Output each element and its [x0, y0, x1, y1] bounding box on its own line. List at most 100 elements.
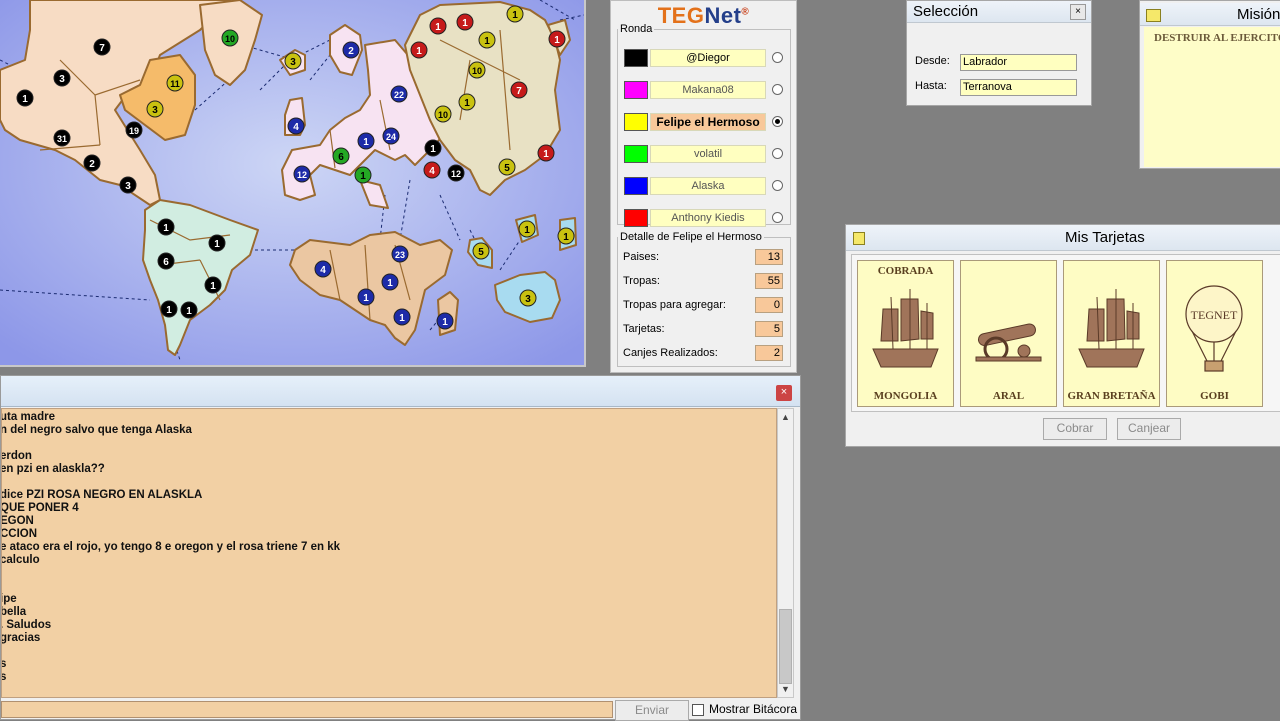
army-marker[interactable]: 1	[180, 301, 198, 319]
army-marker[interactable]: 31	[53, 129, 71, 147]
show-log-label[interactable]: Mostrar Bitácora	[709, 702, 797, 716]
army-count: 3	[152, 105, 158, 116]
army-marker[interactable]: 24	[382, 127, 400, 145]
player-row[interactable]: @Diegor	[624, 49, 784, 67]
army-marker[interactable]: 1	[208, 234, 226, 252]
army-marker[interactable]: 12	[447, 164, 465, 182]
army-marker[interactable]: 1	[357, 288, 375, 306]
player-row[interactable]: Alaska	[624, 177, 784, 195]
army-count: 10	[472, 66, 482, 76]
army-marker[interactable]: 19	[125, 121, 143, 139]
army-marker[interactable]: 10	[434, 105, 452, 123]
scroll-thumb[interactable]	[779, 609, 792, 684]
army-marker[interactable]: 4	[314, 260, 332, 278]
army-marker[interactable]: 1	[424, 139, 442, 157]
mission-title-bar[interactable]: Misión	[1140, 3, 1280, 26]
player-row[interactable]: Felipe el Hermoso	[624, 113, 784, 131]
army-count: 5	[478, 247, 484, 258]
chat-message-input[interactable]	[1, 701, 613, 718]
player-turn-radio[interactable]	[772, 116, 783, 127]
army-marker[interactable]: 1	[429, 17, 447, 35]
player-name: Makana08	[650, 81, 766, 99]
army-marker[interactable]: 1	[458, 93, 476, 111]
chat-line: s	[2, 671, 6, 684]
army-marker[interactable]: 1	[478, 31, 496, 49]
chat-line: QUE PONER 4	[1, 502, 79, 514]
army-marker[interactable]: 1	[518, 220, 536, 238]
army-marker[interactable]: 1	[157, 218, 175, 236]
army-marker[interactable]: 7	[93, 38, 111, 56]
army-marker[interactable]: 4	[287, 117, 305, 135]
army-marker[interactable]: 10	[221, 29, 239, 47]
army-marker[interactable]: 2	[342, 41, 360, 59]
hasta-field[interactable]: Terranova	[960, 79, 1077, 96]
country-card[interactable]: ARAL	[960, 260, 1057, 407]
player-turn-radio[interactable]	[772, 52, 783, 63]
army-marker[interactable]: 12	[293, 165, 311, 183]
army-marker[interactable]: 6	[332, 147, 350, 165]
army-marker[interactable]: 3	[519, 289, 537, 307]
player-turn-radio[interactable]	[772, 180, 783, 191]
army-marker[interactable]: 3	[146, 100, 164, 118]
army-marker[interactable]: 6	[157, 252, 175, 270]
army-marker[interactable]: 1	[548, 30, 566, 48]
hasta-label: Hasta:	[915, 80, 947, 92]
chat-close-button[interactable]: ×	[776, 385, 792, 401]
army-marker[interactable]: 4	[423, 161, 441, 179]
army-marker[interactable]: 23	[391, 245, 409, 263]
army-marker[interactable]: 11	[166, 74, 184, 92]
army-marker[interactable]: 1	[16, 89, 34, 107]
scroll-up-icon[interactable]: ▲	[778, 409, 793, 425]
army-marker[interactable]: 3	[284, 52, 302, 70]
scroll-down-icon[interactable]: ▼	[778, 681, 793, 697]
army-marker[interactable]: 1	[393, 308, 411, 326]
army-marker[interactable]: 1	[160, 300, 178, 318]
chat-title-bar[interactable]: ×	[1, 376, 800, 407]
desde-label: Desde:	[915, 55, 950, 67]
army-marker[interactable]: 2	[83, 154, 101, 172]
send-button[interactable]: Enviar	[615, 700, 689, 721]
country-card[interactable]: COBRADA MONGOLIA	[857, 260, 954, 407]
player-row[interactable]: volatil	[624, 145, 784, 163]
player-turn-radio[interactable]	[772, 84, 783, 95]
desde-field[interactable]: Labrador	[960, 54, 1077, 71]
army-marker[interactable]: 1	[506, 5, 524, 23]
army-marker[interactable]: 1	[436, 312, 454, 330]
cards-title-bar[interactable]: Mis Tarjetas	[846, 225, 1280, 251]
army-marker[interactable]: 7	[510, 81, 528, 99]
army-marker[interactable]: 1	[456, 13, 474, 31]
country-card[interactable]: GRAN BRETAÑA	[1063, 260, 1160, 407]
player-row[interactable]: Anthony Kiedis	[624, 209, 784, 227]
army-count: 11	[170, 79, 180, 89]
army-count: 1	[462, 18, 468, 29]
army-marker[interactable]: 1	[381, 273, 399, 291]
army-marker[interactable]: 1	[354, 166, 372, 184]
cobrar-button[interactable]: Cobrar	[1043, 418, 1107, 440]
chat-line: ipe	[1, 593, 17, 605]
map-canvas[interactable]: 73131192310113324221 24612 11 1111110711014…	[0, 0, 584, 365]
chat-log[interactable]: uta madre n del negro salvo que tenga Ala…	[1, 408, 777, 698]
army-marker[interactable]: 5	[472, 242, 490, 260]
army-marker[interactable]: 1	[204, 276, 222, 294]
show-log-checkbox[interactable]	[692, 704, 704, 716]
army-marker[interactable]: 1	[410, 41, 428, 59]
army-marker[interactable]: 1	[557, 227, 575, 245]
army-marker[interactable]: 10	[468, 61, 486, 79]
army-marker[interactable]: 5	[498, 158, 516, 176]
army-marker[interactable]: 1	[537, 144, 555, 162]
army-marker[interactable]: 3	[53, 69, 71, 87]
chat-scrollbar[interactable]: ▲ ▼	[777, 408, 794, 698]
selection-close-button[interactable]: ×	[1070, 4, 1086, 20]
canjear-button[interactable]: Canjear	[1117, 418, 1181, 440]
army-count: 4	[429, 166, 435, 177]
player-row[interactable]: Makana08	[624, 81, 784, 99]
selection-title[interactable]: Selección	[907, 1, 1091, 23]
world-map[interactable]: 7 3 1 31 19 2 3 10 11 3 3 2 4 22 1 24 6 12 1 1 1 1 1 1 1 10 7 1 10 1 4…	[0, 0, 586, 367]
army-marker[interactable]: 22	[390, 85, 408, 103]
army-marker[interactable]: 3	[119, 176, 137, 194]
player-turn-radio[interactable]	[772, 148, 783, 159]
player-turn-radio[interactable]	[772, 212, 783, 223]
army-marker[interactable]: 1	[357, 132, 375, 150]
country-card[interactable]: TEGNET GOBI	[1166, 260, 1263, 407]
chat-line: n del negro salvo que tenga Alaska	[1, 424, 192, 436]
